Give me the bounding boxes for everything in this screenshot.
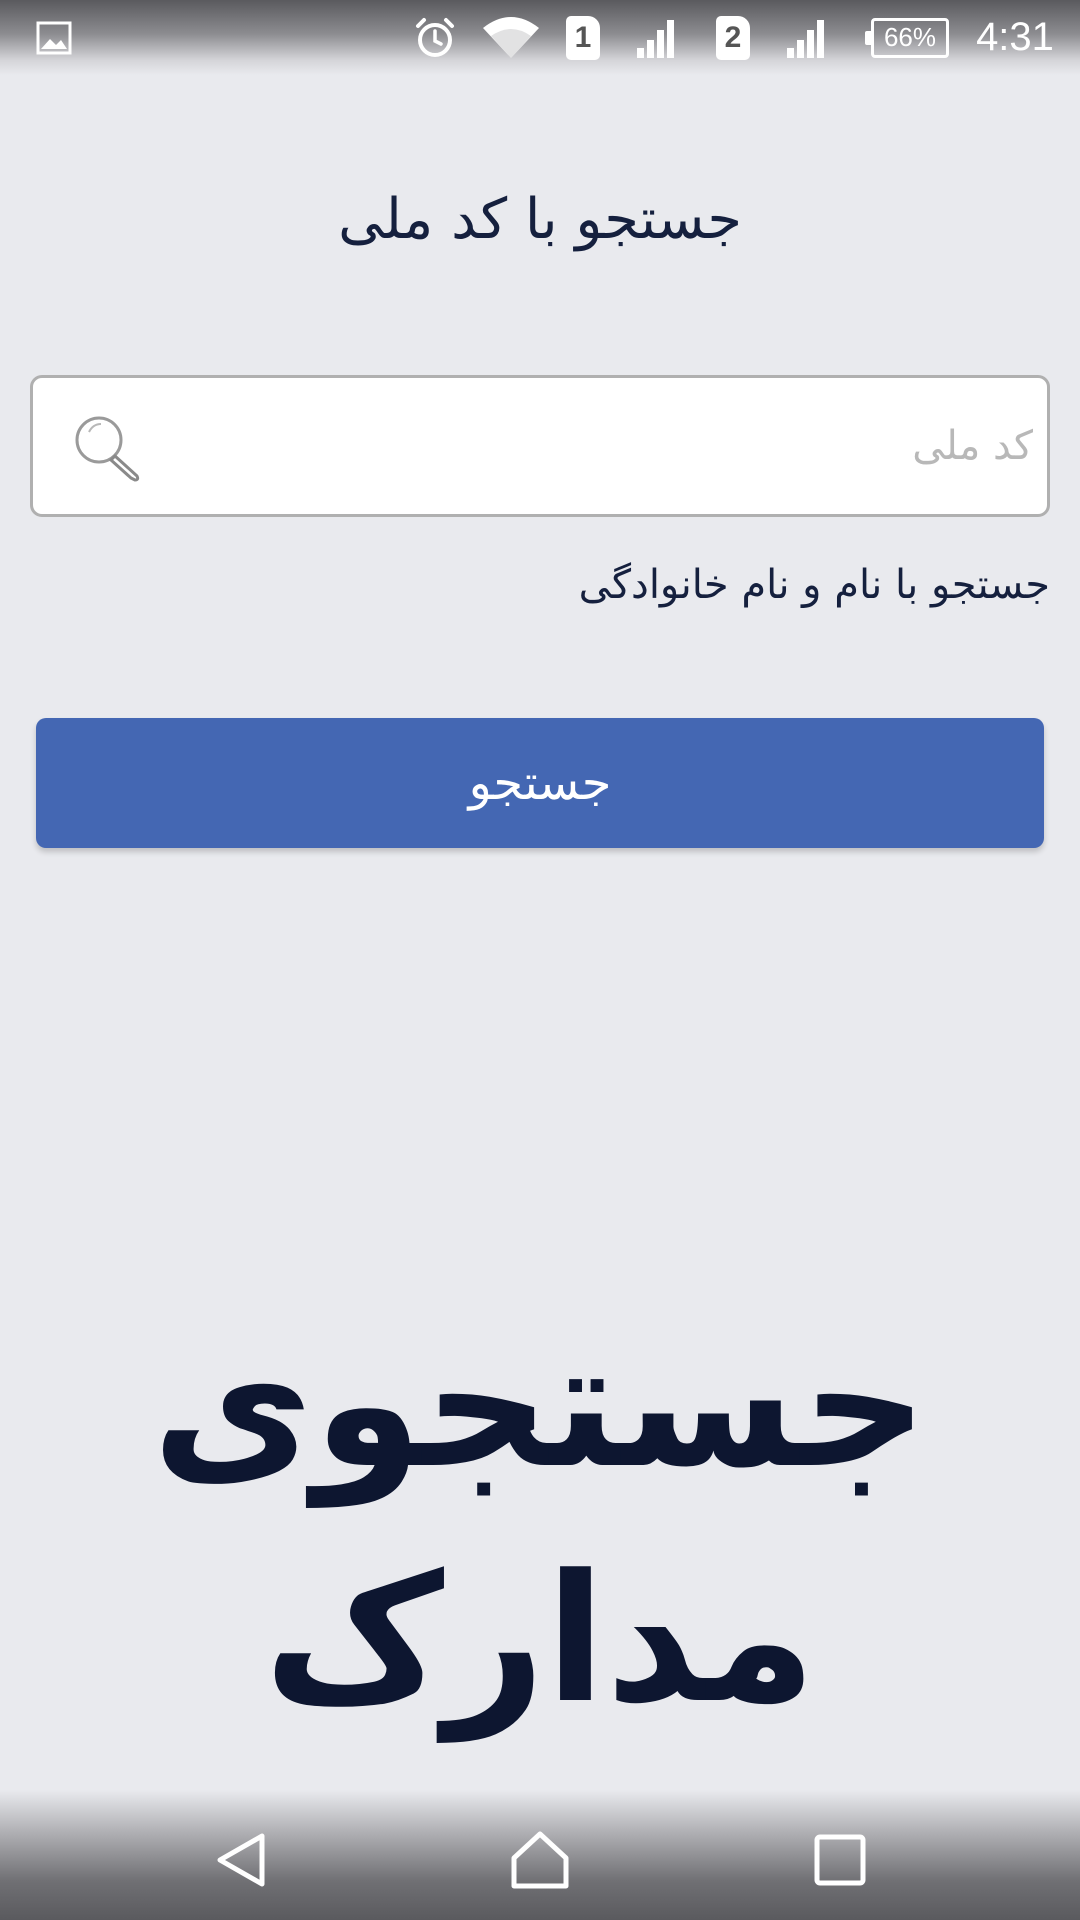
signal2-icon bbox=[784, 0, 830, 75]
page-title: جستجو با کد ملی bbox=[338, 187, 742, 252]
status-time: 4:31 bbox=[976, 15, 1054, 59]
search-icon[interactable] bbox=[71, 412, 143, 484]
sim2-icon: 2 bbox=[714, 0, 752, 75]
search-by-name-link[interactable]: جستجو با نام و نام خانوادگی bbox=[579, 555, 1050, 615]
national-code-input[interactable] bbox=[183, 378, 1033, 514]
app-logo: جستجوی مدارک bbox=[0, 1280, 1080, 1750]
battery-icon: 66% bbox=[865, 0, 952, 75]
signal1-icon bbox=[634, 0, 680, 75]
recents-icon[interactable] bbox=[790, 1815, 890, 1905]
status-bar: 1 2 66% 4:31 bbox=[0, 0, 1080, 75]
logo-line-1: جستجوی bbox=[151, 1302, 929, 1507]
search-field[interactable] bbox=[30, 375, 1050, 517]
search-button[interactable]: جستجو bbox=[36, 718, 1044, 848]
alarm-icon bbox=[410, 0, 460, 75]
wifi-icon bbox=[480, 0, 542, 75]
home-icon[interactable] bbox=[490, 1815, 590, 1905]
back-icon[interactable] bbox=[190, 1815, 290, 1905]
gallery-icon bbox=[34, 0, 74, 75]
sim1-icon: 1 bbox=[564, 0, 602, 75]
logo-line-2: مدارک bbox=[263, 1537, 817, 1742]
battery-level: 66% bbox=[865, 17, 949, 58]
navigation-bar bbox=[0, 1790, 1080, 1920]
